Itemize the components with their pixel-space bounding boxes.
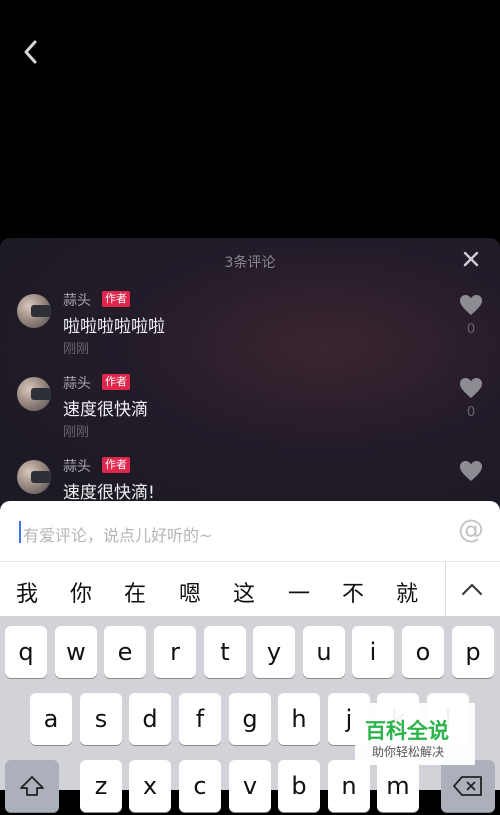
- key-r[interactable]: r: [154, 626, 196, 678]
- author-badge: 作者: [102, 291, 130, 307]
- avatar[interactable]: [17, 377, 51, 411]
- candidate-word[interactable]: 就: [392, 576, 422, 608]
- key-e[interactable]: e: [104, 626, 146, 678]
- key-p[interactable]: p: [452, 626, 494, 678]
- key-s[interactable]: s: [80, 693, 122, 745]
- key-d[interactable]: d: [129, 693, 171, 745]
- candidate-word[interactable]: 一: [284, 576, 314, 608]
- close-icon[interactable]: [462, 250, 480, 268]
- key-v[interactable]: v: [229, 760, 271, 812]
- key-o[interactable]: o: [402, 626, 444, 678]
- key-w[interactable]: w: [55, 626, 97, 678]
- avatar[interactable]: [17, 294, 51, 328]
- candidate-word[interactable]: 这: [229, 576, 259, 608]
- key-q[interactable]: q: [5, 626, 47, 678]
- key-t[interactable]: t: [204, 626, 246, 678]
- key-b[interactable]: b: [278, 760, 320, 812]
- delete-key[interactable]: [441, 760, 495, 812]
- backspace-icon: [453, 776, 482, 796]
- video-area: [0, 0, 500, 238]
- key-f[interactable]: f: [179, 693, 221, 745]
- comment-time: 刚刚: [63, 342, 90, 357]
- key-i[interactable]: i: [352, 626, 394, 678]
- watermark-subtitle: 助你轻松解决: [372, 745, 445, 759]
- mention-button[interactable]: @: [458, 515, 484, 545]
- back-icon[interactable]: [18, 38, 46, 66]
- candidate-word[interactable]: 你: [66, 576, 96, 608]
- watermark-logo: 百科全说 助你轻松解决: [355, 703, 475, 765]
- key-n[interactable]: n: [328, 760, 370, 812]
- comment-count-title: 3条评论: [224, 255, 276, 271]
- like-count: 0: [466, 322, 476, 337]
- comment-text: 啦啦啦啦啦啦: [63, 317, 165, 337]
- avatar[interactable]: [17, 460, 51, 494]
- key-g[interactable]: g: [229, 693, 271, 745]
- heart-icon[interactable]: [459, 460, 483, 482]
- comment-text: 速度很快滴: [63, 400, 148, 420]
- comment-panel: 3条评论 蒜头 作者 啦啦啦啦啦啦 刚刚 0 蒜头 作者 速度很快滴 刚刚 0 …: [0, 238, 500, 508]
- key-z[interactable]: z: [80, 760, 122, 812]
- comment-username[interactable]: 蒜头: [63, 373, 91, 393]
- candidate-word[interactable]: 嗯: [175, 576, 205, 608]
- comment-input[interactable]: 有爱评论，说点儿好听的~: [23, 522, 212, 546]
- candidate-word[interactable]: 在: [120, 576, 150, 608]
- comment-item[interactable]: 蒜头 作者 啦啦啦啦啦啦 刚刚 0: [0, 290, 500, 370]
- comment-item[interactable]: 蒜头 作者 速度很快滴 刚刚 0: [0, 373, 500, 453]
- key-a[interactable]: a: [30, 693, 72, 745]
- key-m[interactable]: m: [377, 760, 419, 812]
- author-badge: 作者: [102, 374, 130, 390]
- comment-username[interactable]: 蒜头: [63, 290, 91, 310]
- candidate-bar: 我 你 在 嗯 这 一 不 就: [0, 561, 500, 617]
- key-x[interactable]: x: [129, 760, 171, 812]
- shift-key[interactable]: [5, 760, 59, 812]
- candidate-word[interactable]: 不: [338, 576, 368, 608]
- watermark-title: 百科全说: [365, 719, 449, 743]
- key-h[interactable]: h: [278, 693, 320, 745]
- text-caret: [19, 521, 21, 543]
- divider: [445, 562, 446, 617]
- comment-time: 刚刚: [63, 425, 90, 440]
- comment-text: 速度很快滴!: [63, 483, 155, 503]
- comment-input-bar[interactable]: 有爱评论，说点儿好听的~ @: [0, 501, 500, 561]
- heart-icon[interactable]: [459, 294, 483, 316]
- chevron-up-icon[interactable]: [460, 580, 484, 598]
- key-c[interactable]: c: [179, 760, 221, 812]
- comment-username[interactable]: 蒜头: [63, 456, 91, 476]
- shift-icon: [20, 776, 44, 796]
- author-badge: 作者: [102, 457, 130, 473]
- like-count: 0: [466, 405, 476, 420]
- key-y[interactable]: y: [253, 626, 295, 678]
- candidate-word[interactable]: 我: [12, 576, 42, 608]
- key-u[interactable]: u: [303, 626, 345, 678]
- heart-icon[interactable]: [459, 377, 483, 399]
